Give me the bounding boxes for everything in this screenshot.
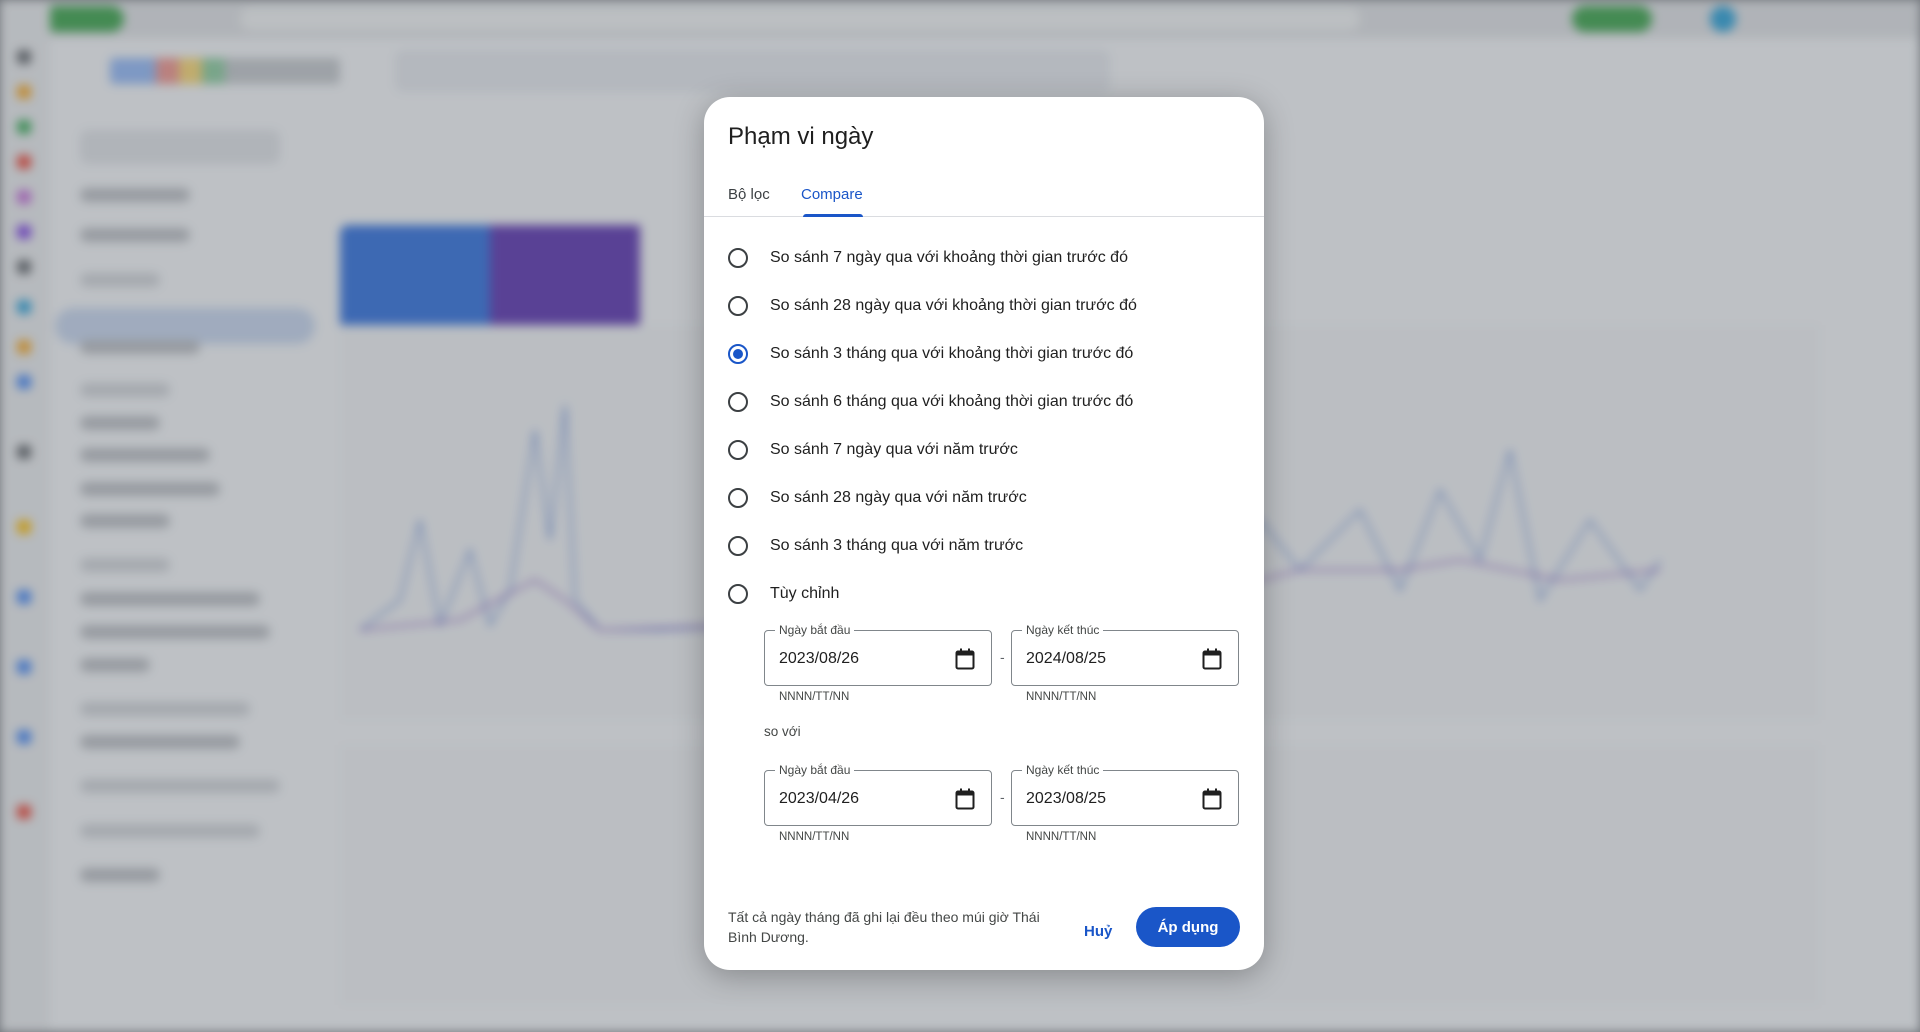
field-value[interactable]: 2023/08/26 [779,650,859,668]
radio-button[interactable] [728,584,748,604]
field-label: Ngày kết thúc [1022,763,1104,777]
range1-start-date-field[interactable]: Ngày bắt đầu 2023/08/26 [764,623,992,686]
option-compare-28-days-previous[interactable]: So sánh 28 ngày qua với khoảng thời gian… [728,288,1248,324]
option-label: So sánh 3 tháng qua với khoảng thời gian… [770,345,1134,362]
range2-end-date-field[interactable]: Ngày kết thúc 2023/08/25 [1011,763,1239,826]
option-compare-3-months-previous[interactable]: So sánh 3 tháng qua với khoảng thời gian… [728,336,1248,372]
dialog-title: Phạm vi ngày [728,123,874,150]
option-label: So sánh 3 tháng qua với năm trước [770,537,1024,554]
radio-button[interactable] [728,488,748,508]
date-range-dialog: Phạm vi ngày Bộ lọc Compare So sánh 7 ng… [704,97,1264,970]
date-format-hint: NNNN/TT/NN [779,691,850,703]
option-compare-28-days-year[interactable]: So sánh 28 ngày qua với năm trước [728,480,1248,516]
field-value[interactable]: 2023/08/25 [1026,790,1106,808]
apply-button[interactable]: Áp dụng [1136,907,1240,947]
compare-with-label: so với [764,724,801,739]
option-compare-7-days-previous[interactable]: So sánh 7 ngày qua với khoảng thời gian … [728,240,1248,276]
cancel-button[interactable]: Huỷ [1076,917,1120,947]
option-label: So sánh 28 ngày qua với khoảng thời gian… [770,297,1137,314]
range-separator: - [1000,649,1005,665]
radio-button[interactable] [728,536,748,556]
tab-filter[interactable]: Bộ lọc [728,179,770,217]
option-label: So sánh 6 tháng qua với khoảng thời gian… [770,393,1134,410]
option-compare-3-months-year[interactable]: So sánh 3 tháng qua với năm trước [728,528,1248,564]
field-label: Ngày bắt đầu [775,623,855,637]
field-label: Ngày bắt đầu [775,763,855,777]
radio-button[interactable] [728,296,748,316]
field-label: Ngày kết thúc [1022,623,1104,637]
calendar-icon[interactable] [1202,788,1222,810]
tab-compare[interactable]: Compare [801,179,863,217]
radio-button-selected[interactable] [728,344,748,364]
range2-start-date-field[interactable]: Ngày bắt đầu 2023/04/26 [764,763,992,826]
option-label: So sánh 7 ngày qua với năm trước [770,441,1018,458]
radio-button[interactable] [728,392,748,412]
option-compare-6-months-previous[interactable]: So sánh 6 tháng qua với khoảng thời gian… [728,384,1248,420]
calendar-icon[interactable] [1202,648,1222,670]
date-format-hint: NNNN/TT/NN [779,831,850,843]
option-custom[interactable]: Tùy chỉnh [728,576,1248,612]
timezone-note: Tất cả ngày tháng đã ghi lại đều theo mú… [728,909,1040,945]
calendar-icon[interactable] [955,788,975,810]
dialog-tabs: Bộ lọc Compare [704,179,1264,217]
radio-button[interactable] [728,440,748,460]
date-format-hint: NNNN/TT/NN [1026,691,1097,703]
range1-end-date-field[interactable]: Ngày kết thúc 2024/08/25 [1011,623,1239,686]
field-value[interactable]: 2023/04/26 [779,790,859,808]
field-value[interactable]: 2024/08/25 [1026,650,1106,668]
date-format-hint: NNNN/TT/NN [1026,831,1097,843]
option-label: So sánh 7 ngày qua với khoảng thời gian … [770,249,1128,266]
option-compare-7-days-year[interactable]: So sánh 7 ngày qua với năm trước [728,432,1248,468]
calendar-icon[interactable] [955,648,975,670]
option-label: So sánh 28 ngày qua với năm trước [770,489,1027,506]
range-separator: - [1000,789,1005,805]
option-label: Tùy chỉnh [770,585,840,602]
radio-button[interactable] [728,248,748,268]
